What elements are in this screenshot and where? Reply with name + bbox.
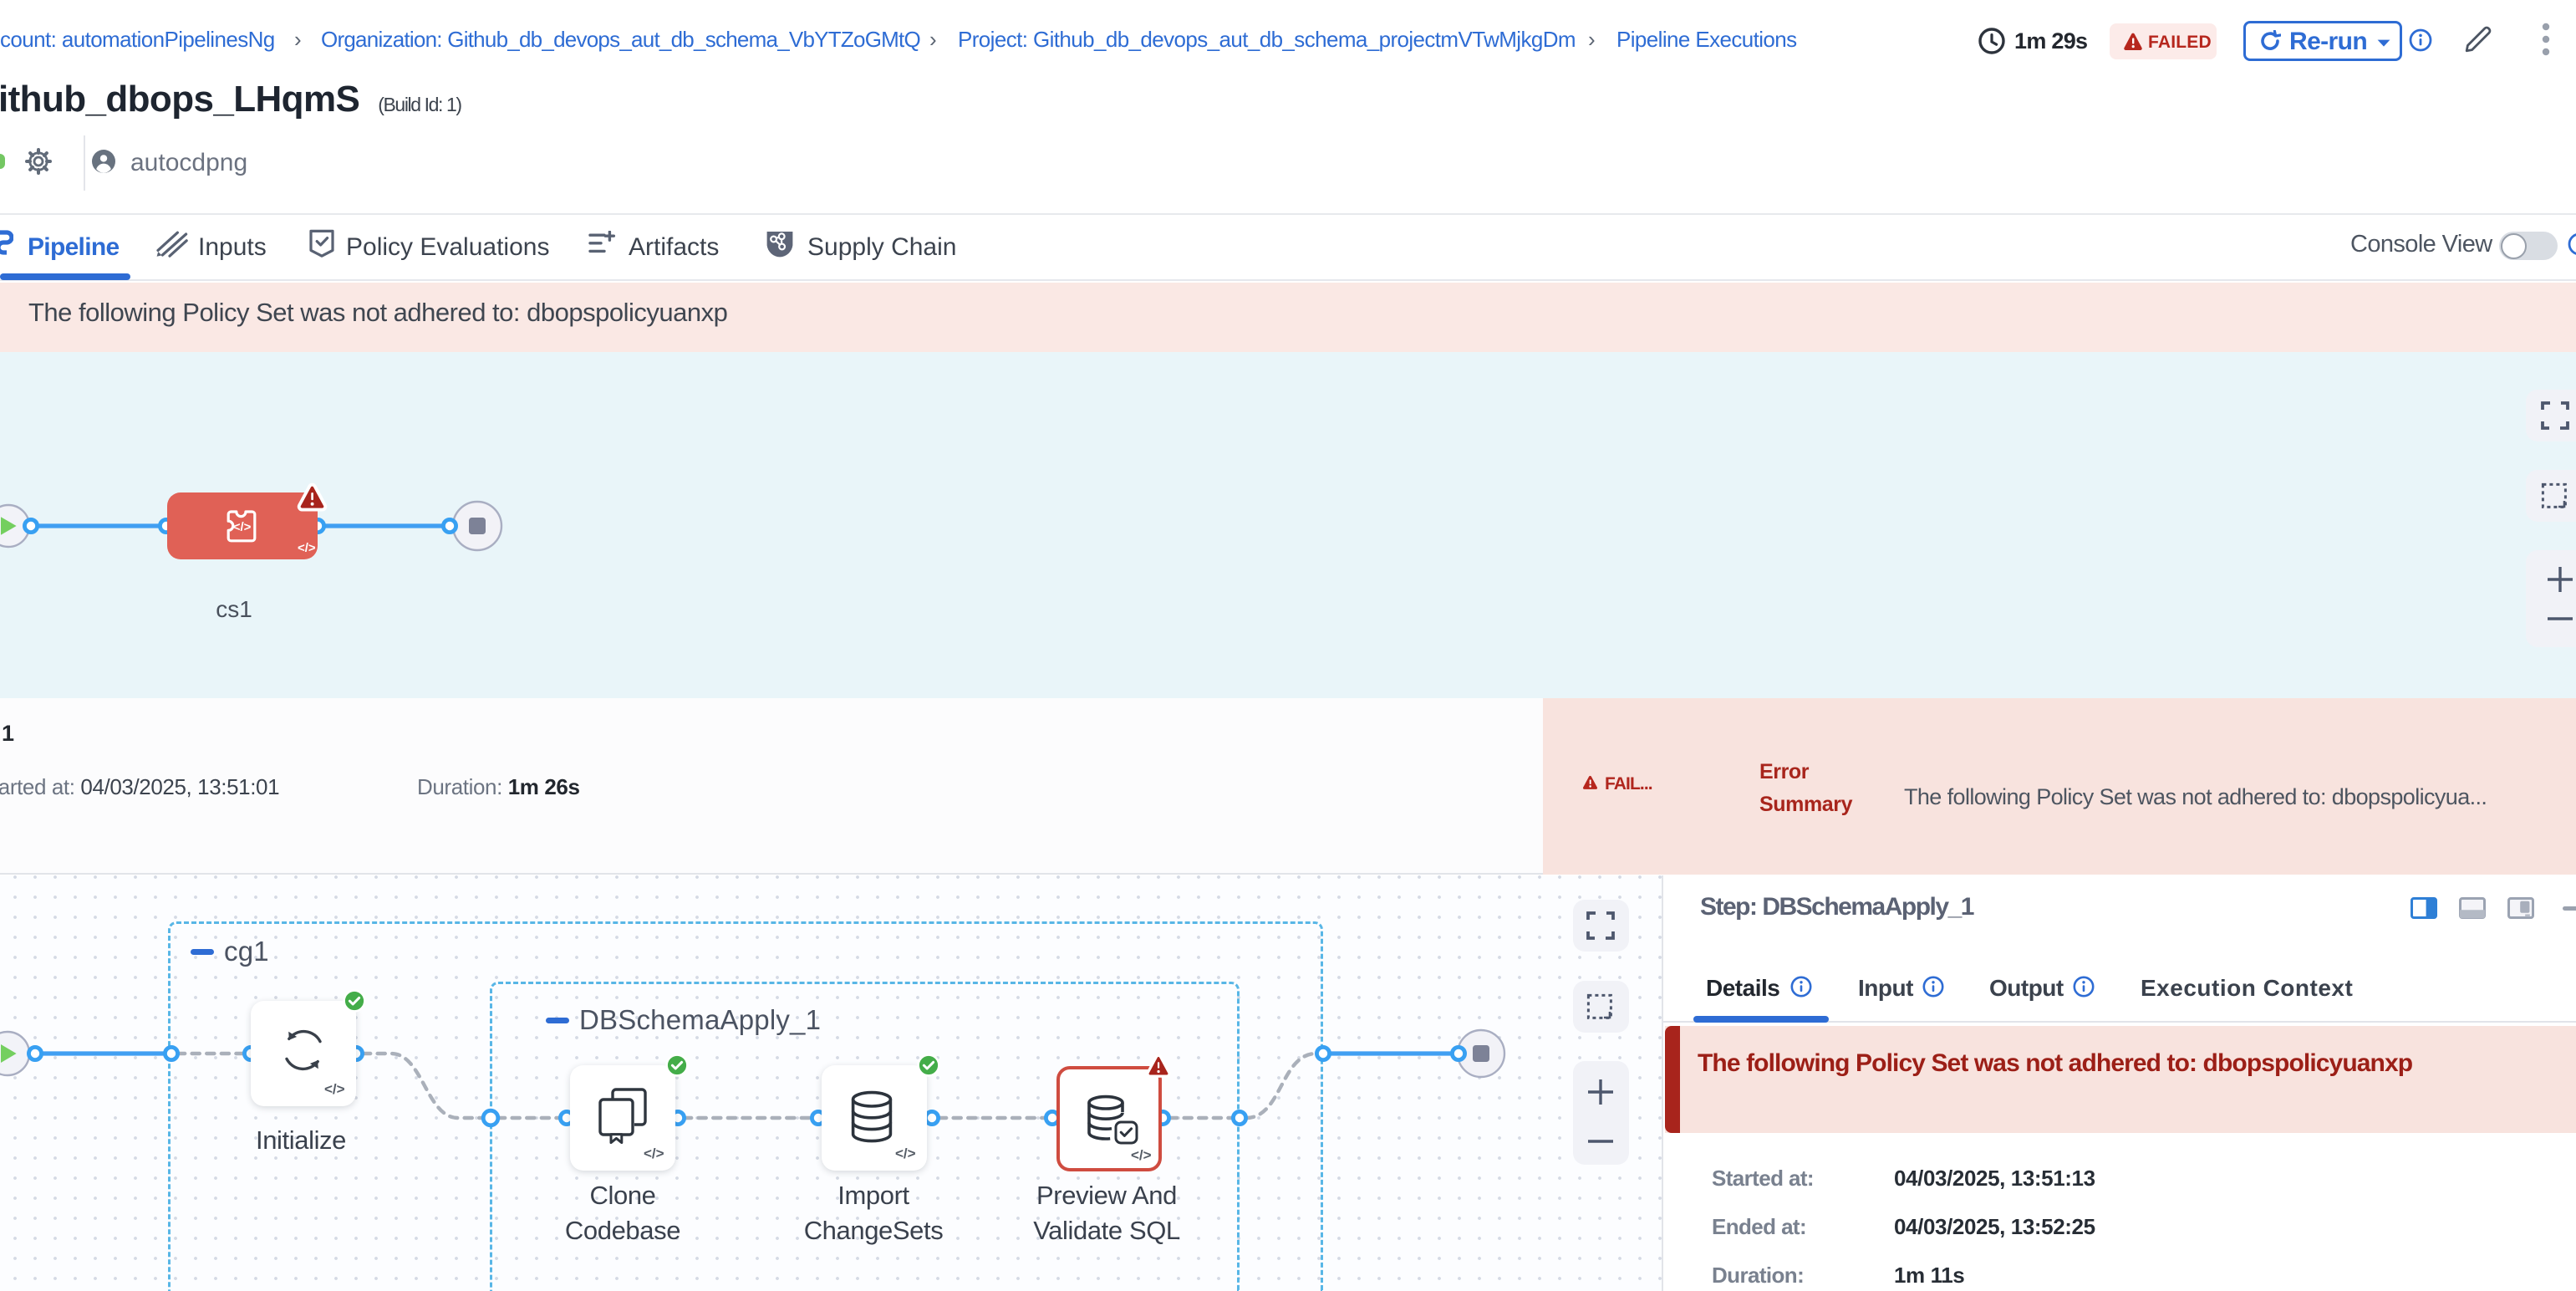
svg-text:</>: </> — [233, 520, 252, 534]
